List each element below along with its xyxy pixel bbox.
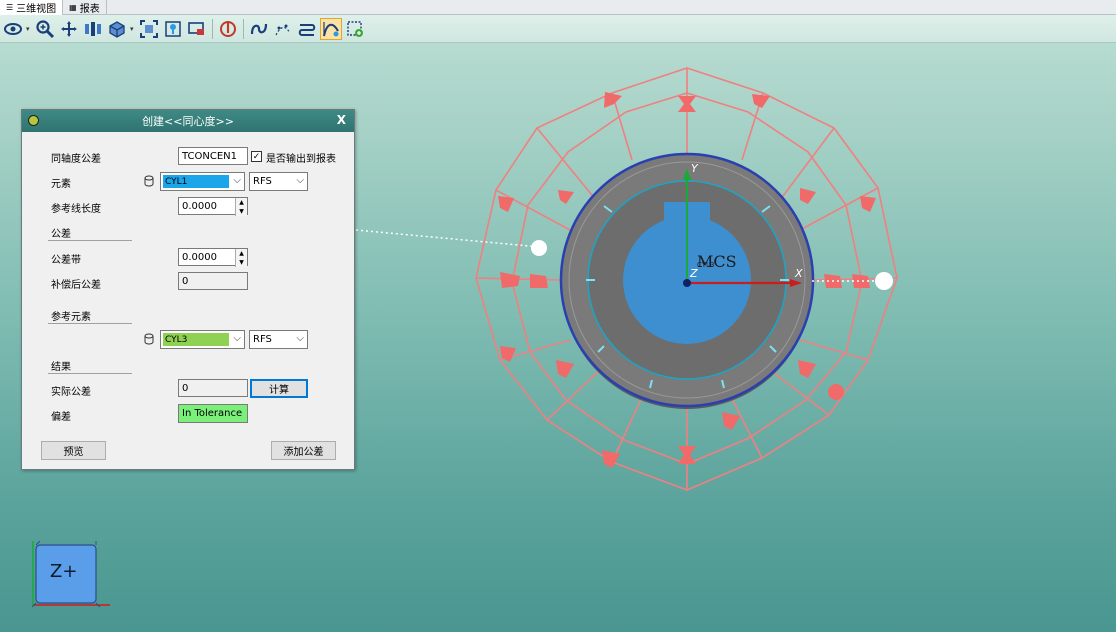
ref-length-label: 参考线长度 [51,204,101,215]
tab-3d-view[interactable]: ☰ 三维视图 [0,0,64,15]
comp-tol-label: 补偿后公差 [51,280,101,291]
report-icon: ▦ [69,3,77,12]
chevron-down-icon: ⌵ [296,175,304,186]
curve-icon[interactable] [248,18,270,40]
dialog-title: 创建<<同心度>> [142,115,234,128]
cube-dropdown-icon[interactable]: ▾ [130,18,136,40]
output-report-checkbox[interactable]: ✓ [251,151,262,162]
cylinder-icon [144,333,154,345]
element-select-value: CYL1 [163,175,229,188]
actual-tol-field: 0 [178,379,248,397]
ref-length-input[interactable]: 0.0000 ▲ ▼ [178,197,248,216]
chevron-down-icon: ⌵ [233,333,241,344]
section-divider [48,373,132,374]
tol-band-spinner[interactable]: ▲ ▼ [235,249,247,267]
coax-tol-input[interactable]: TCONCEN1 [178,147,248,165]
active-curve-icon[interactable] [320,17,342,40]
fit-view-icon[interactable] [138,18,160,40]
path-icon[interactable] [296,18,318,40]
tab-bar: ☰ 三维视图 ▦ 报表 [0,0,1116,15]
coax-tol-label: 同轴度公差 [51,154,101,165]
zoom-icon[interactable] [34,18,56,40]
close-button[interactable]: X [337,113,346,127]
toolbar: ▾ ▾ [0,15,1116,43]
ref-section-title: 参考元素 [51,312,91,323]
x-axis-label: X [795,267,803,280]
output-report-label: 是否输出到报表 [266,154,336,165]
marker-dot [828,384,844,400]
comp-tol-field: 0 [178,272,248,290]
y-axis-label: Y [691,162,698,175]
view-sides-icon[interactable] [82,18,104,40]
cube-icon[interactable] [106,18,128,40]
ref-element-select[interactable]: CYL3 ⌵ [160,330,245,349]
view-cube[interactable]: Z+ [30,541,110,611]
probe-icon[interactable] [217,18,239,40]
leader-line [355,229,541,248]
calculate-button[interactable]: 计算 [250,379,308,398]
cylinder-icon [144,175,154,187]
locate-icon[interactable] [162,18,184,40]
ref-element-select-value: CYL3 [163,333,229,346]
view-cube-label: Z+ [50,561,78,582]
preview-button[interactable]: 预览 [41,441,106,460]
scatter-curve-icon[interactable] [272,18,294,40]
toolbar-separator [243,18,244,39]
ref-modifier-select[interactable]: RFS ⌵ [249,330,308,349]
add-frame-icon[interactable] [344,18,366,40]
handle-right[interactable] [875,272,893,290]
result-section-title: 结果 [51,362,71,373]
deviation-label: 偏差 [51,412,71,423]
element-label: 元素 [51,179,71,190]
element-select[interactable]: CYL1 ⌵ [160,172,245,191]
actual-tol-label: 实际公差 [51,387,91,398]
screen-icon[interactable] [186,18,208,40]
pan-icon[interactable] [58,18,80,40]
element-modifier-select[interactable]: RFS ⌵ [249,172,308,191]
eye-icon[interactable] [2,18,24,40]
mcs-label: MCS [697,252,737,271]
add-tolerance-button[interactable]: 添加公差 [271,441,336,460]
dialog-titlebar[interactable]: 创建<<同心度>> X [22,110,354,132]
toolbar-separator [212,18,213,39]
section-divider [48,323,132,324]
ref-length-spinner[interactable]: ▲ ▼ [235,198,247,216]
chevron-down-icon: ⌵ [233,175,241,186]
dialog-knob-icon [28,115,39,126]
handle-left[interactable] [531,240,547,256]
deviation-status: In Tolerance [178,404,248,423]
concentricity-dialog: 创建<<同心度>> X 同轴度公差 TCONCEN1 ✓ 是否输出到报表 元素 … [21,109,355,470]
eye-dropdown-icon[interactable]: ▾ [26,18,32,40]
tol-section-title: 公差 [51,229,71,240]
tab-report[interactable]: ▦ 报表 [63,0,107,15]
chevron-down-icon: ⌵ [296,333,304,344]
tol-band-input[interactable]: 0.0000 ▲ ▼ [178,248,248,267]
3d-view-icon: ☰ [6,3,14,12]
tol-band-label: 公差带 [51,255,81,266]
section-divider [48,240,132,241]
